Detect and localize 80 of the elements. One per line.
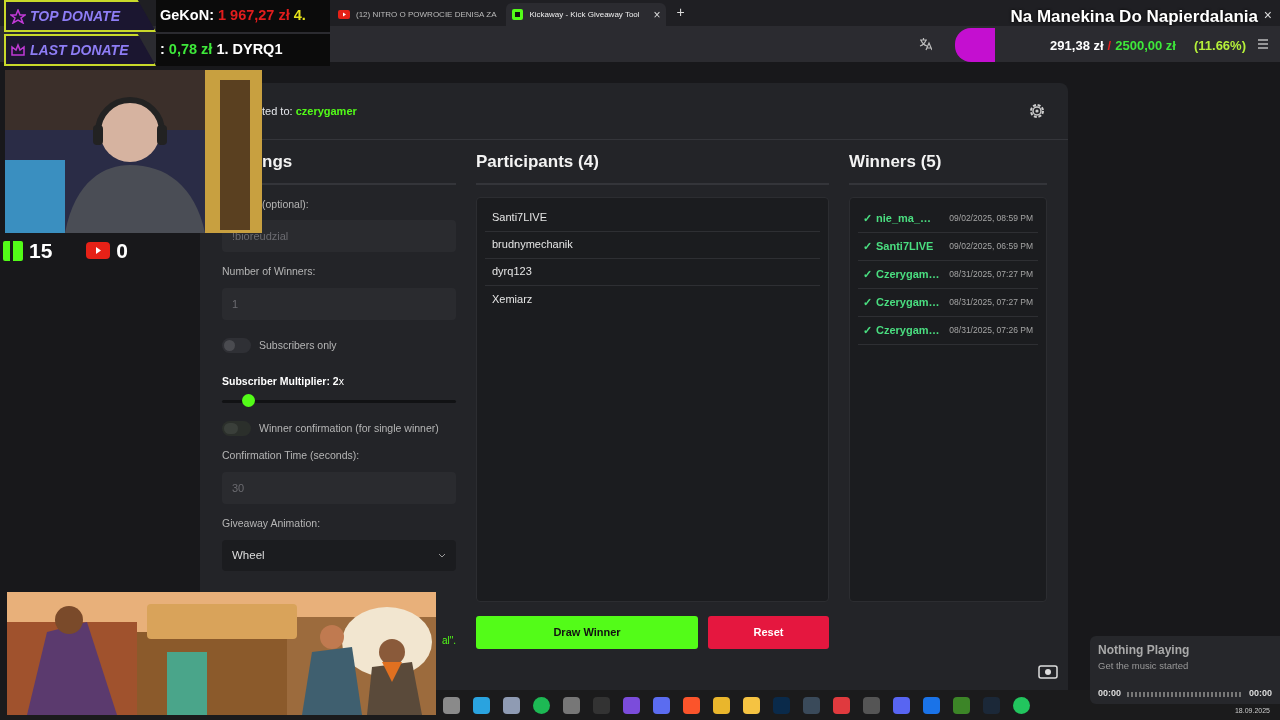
winner-name: Santi7LIVE xyxy=(876,238,934,254)
win-date: 08/31/2025, 07:26 PM xyxy=(949,323,1033,337)
check-mark: ✓ xyxy=(863,294,872,310)
participant-name: dyrq123 xyxy=(485,258,820,286)
check-mark: ✓ xyxy=(863,210,872,226)
browser-tab[interactable]: (12) NITRO O POWROCIE DENISA ZA xyxy=(332,3,503,26)
field-label: Giveaway Animation: xyxy=(222,516,322,531)
goal-percent: (11.66%) xyxy=(1193,37,1246,55)
input-field[interactable]: !bioreudzial xyxy=(222,220,456,253)
chevron-icon xyxy=(438,552,446,558)
translate-icon[interactable] xyxy=(918,37,932,51)
winner-name: nie_ma_… xyxy=(876,210,932,226)
goal-separator: / xyxy=(1107,37,1112,55)
section-heading: Participants (4) xyxy=(476,140,829,185)
section-heading: Winners (5) xyxy=(849,140,1047,185)
viewer-count: 0 xyxy=(116,238,129,264)
close-tab-icon[interactable]: × xyxy=(653,5,661,24)
close-window-icon[interactable]: × xyxy=(1263,5,1272,26)
app-icon[interactable] xyxy=(683,696,700,714)
toggle-label: Winner confirmation (for single winner) xyxy=(259,420,439,436)
input-field[interactable]: 1 xyxy=(222,288,456,320)
hint-text: al". xyxy=(440,633,456,648)
toggle-switch[interactable] xyxy=(222,338,251,354)
goal-target: 2500,00 zł xyxy=(1115,37,1176,55)
ticker-text: 4. xyxy=(293,6,306,26)
goal-title: Na Manekina Do Napierdalania xyxy=(1010,6,1258,28)
check-mark: ✓ xyxy=(863,322,872,338)
video-icon xyxy=(86,242,111,260)
total-time: 00:00 xyxy=(1248,687,1272,701)
participant-name: brudnymechanik xyxy=(485,231,820,259)
star-icon xyxy=(10,8,26,24)
viewer-count: 15 xyxy=(29,238,53,264)
goal-raised: 291,38 zł xyxy=(1050,37,1104,55)
slider-thumb[interactable] xyxy=(241,393,255,407)
browser-tab[interactable]: Kickaway - Kick Giveaway Tool × xyxy=(506,3,667,26)
field-label: (optional): xyxy=(261,196,310,212)
donor-name: : xyxy=(160,40,165,60)
win-date: 08/31/2025, 07:27 PM xyxy=(949,267,1033,281)
win-date: 09/02/2025, 08:59 PM xyxy=(949,211,1033,225)
app-icon[interactable] xyxy=(503,696,520,714)
app-icon xyxy=(512,9,524,20)
menu-icon[interactable] xyxy=(1256,37,1270,51)
input-field[interactable]: 30 xyxy=(222,472,456,504)
ticker-text: 1. DYRQ1 xyxy=(216,40,283,60)
donor-name: GeKoN: xyxy=(160,6,214,26)
slider-label: Subscriber Multiplier: 2x xyxy=(222,373,345,389)
video-icon xyxy=(338,10,350,19)
goal-badge xyxy=(955,28,995,62)
check-mark: ✓ xyxy=(863,266,872,282)
track-subtitle: Get the music started xyxy=(1098,659,1190,673)
reset-button[interactable]: Reset xyxy=(708,615,829,649)
winner-name: Czerygam… xyxy=(876,322,940,338)
app-icon[interactable] xyxy=(473,696,490,714)
check-mark: ✓ xyxy=(863,238,872,254)
app-icon[interactable] xyxy=(533,696,550,714)
banner-title: TOP DONATE xyxy=(30,6,120,26)
toggle-label: Subscribers only xyxy=(259,338,337,353)
win-date: 09/02/2025, 06:59 PM xyxy=(949,239,1033,253)
donate-amount: 1 967,27 zł xyxy=(218,6,290,26)
elapsed-time: 00:00 xyxy=(1098,687,1122,701)
winner-name: Czerygam… xyxy=(876,294,940,310)
settings-icon[interactable] xyxy=(1028,102,1046,120)
app-icon[interactable] xyxy=(1013,696,1030,714)
draw-button[interactable]: Draw Winner xyxy=(476,615,698,649)
winner-name: Czerygam… xyxy=(876,266,940,282)
app-icon[interactable] xyxy=(743,696,760,714)
field-label: Number of Winners: xyxy=(222,264,317,280)
connection-status: ted to: czerygamer xyxy=(262,103,357,119)
track-title: Nothing Playing xyxy=(1098,642,1191,659)
app-icon[interactable] xyxy=(443,696,460,714)
banner-title: LAST DONATE xyxy=(30,40,129,60)
donate-amount: 0,78 zł xyxy=(168,40,213,60)
app-icon[interactable] xyxy=(713,696,730,714)
select-field[interactable]: Wheel xyxy=(222,539,456,571)
participant-name: Xemiarz xyxy=(491,291,534,307)
crown-icon xyxy=(10,42,26,58)
win-date: 08/31/2025, 07:27 PM xyxy=(949,295,1033,309)
new-tab-button[interactable]: + xyxy=(676,2,685,23)
participant-name: Santi7LIVE xyxy=(485,204,820,232)
field-label: Confirmation Time (seconds): xyxy=(222,448,361,464)
